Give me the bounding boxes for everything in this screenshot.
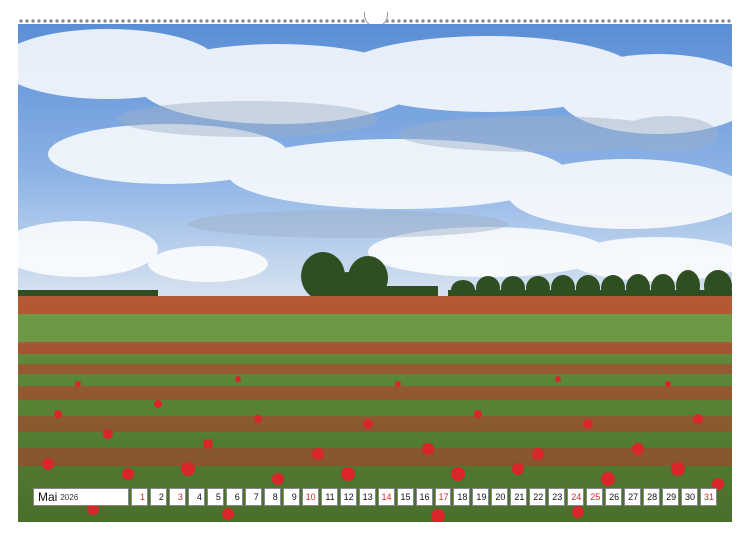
calendar-day: 19	[472, 488, 490, 506]
calendar-day: 26	[605, 488, 623, 506]
calendar-day: 25	[586, 488, 604, 506]
calendar-day: 22	[529, 488, 547, 506]
calendar-day: 5	[206, 488, 224, 506]
calendar-day: 28	[643, 488, 661, 506]
calendar-day: 15	[396, 488, 414, 506]
calendar-day: 27	[624, 488, 642, 506]
calendar-day: 18	[453, 488, 471, 506]
distant-poppy-band	[18, 296, 732, 314]
calendar-day: 21	[510, 488, 528, 506]
calendar-day: 23	[548, 488, 566, 506]
calendar-day: 6	[225, 488, 243, 506]
calendar-day: 11	[320, 488, 338, 506]
day-cells: 1 2 3 4 5 6 7 8 9 10 11 12 13 14 15 16 17 18 19 20 21 22 23 24 2…	[131, 488, 718, 506]
calendar-day: 3	[168, 488, 186, 506]
calendar-day: 10	[301, 488, 319, 506]
clouds	[18, 29, 732, 282]
calendar-day: 2	[149, 488, 167, 506]
calendar-strip: Mai 2026 1 2 3 4 5 6 7 8 9 10 11 12 13 14 15 16 17 18 19 20…	[33, 488, 718, 506]
calendar-day: 14	[377, 488, 395, 506]
landscape-illustration	[18, 29, 732, 522]
calendar-day: 7	[244, 488, 262, 506]
month-year: 2026	[60, 492, 79, 502]
calendar-day: 8	[263, 488, 281, 506]
month-label-box: Mai 2026	[33, 488, 129, 506]
calendar-day: 20	[491, 488, 509, 506]
calendar-day: 4	[187, 488, 205, 506]
calendar-day: 24	[567, 488, 585, 506]
calendar-day: 30	[681, 488, 699, 506]
month-name: Mai	[38, 490, 58, 504]
calendar-day: 31	[700, 488, 718, 506]
calendar-day: 13	[358, 488, 376, 506]
calendar-day: 29	[662, 488, 680, 506]
calendar-day: 17	[434, 488, 452, 506]
calendar-day: 16	[415, 488, 433, 506]
poppy-field-photo	[18, 24, 732, 522]
calendar-day: 12	[339, 488, 357, 506]
calendar-day: 9	[282, 488, 300, 506]
calendar-day: 1	[131, 488, 148, 506]
